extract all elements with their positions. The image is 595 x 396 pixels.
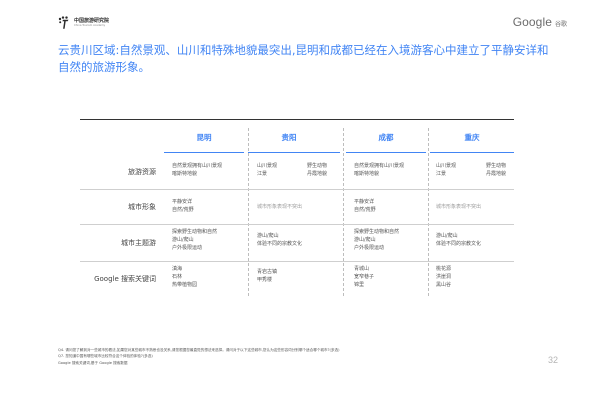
google-wordmark: Google bbox=[512, 15, 552, 29]
cell-line: 锦里 bbox=[354, 282, 365, 288]
cell-line: 户外极限运动 bbox=[354, 245, 385, 251]
cell-line: 山川景观 bbox=[257, 163, 278, 169]
cell-line: 游山/爬山 bbox=[257, 233, 279, 239]
cell-line: 喀斯特地貌 bbox=[172, 171, 198, 177]
cell-line: 体验不同的宗教文化 bbox=[257, 241, 303, 247]
table-cell: 桃花源 洪崖洞 黑山谷 bbox=[436, 265, 451, 289]
table-cell: 自然景观拥有山川景观 喀斯特地貌 bbox=[172, 162, 222, 178]
table-cell: 探索野生动物和自然 游山/爬山 户外极限运动 bbox=[354, 228, 399, 252]
table-cell: 城市形象表现不突出 bbox=[436, 203, 481, 211]
table-cell: 游山/爬山 体验不同的宗教文化 bbox=[257, 232, 302, 248]
footnote-source: Google 搜索关键词,基于 Google 搜索数据 bbox=[58, 360, 128, 365]
column-header-underline bbox=[346, 152, 426, 153]
cell-line: 游山/爬山 bbox=[172, 237, 194, 243]
cta-logo: 中国旅游研究院 China Tourism Academy bbox=[58, 16, 109, 30]
cell-line: 青城山 bbox=[354, 266, 370, 272]
table-cell: 青岩古镇 甲秀楼 bbox=[257, 268, 277, 284]
cell-line: 自然景观拥有山川景观 bbox=[354, 163, 405, 169]
cell-line: 体验不同的宗教文化 bbox=[436, 241, 482, 247]
table-cell: 山川景观 野生动物 江景 丹霞地貌 bbox=[257, 162, 327, 178]
page-number: 32 bbox=[547, 355, 558, 365]
cell-line: 石林 bbox=[172, 274, 183, 280]
cell-line: 丹霞地貌 bbox=[486, 171, 507, 177]
cell-line: 游山/爬山 bbox=[436, 233, 458, 239]
row-divider bbox=[80, 189, 514, 190]
cell-line: 自然景观拥有山川景观 bbox=[172, 163, 223, 169]
org-subtitle: China Tourism Academy bbox=[74, 23, 106, 27]
column-header-underline bbox=[430, 152, 514, 153]
column-separator bbox=[428, 128, 429, 296]
column-separator bbox=[248, 128, 249, 296]
cell-line: 桃花源 bbox=[436, 266, 452, 272]
cell-line: 滇海 bbox=[172, 266, 183, 272]
table-cell: 平静安详 自然/荒野 bbox=[172, 198, 194, 214]
cell-line: 平静安详 bbox=[354, 199, 375, 205]
cell-line: 江景 bbox=[257, 171, 268, 177]
cell-line: 野生动物 bbox=[307, 163, 328, 169]
cell-line: 户外极限运动 bbox=[172, 245, 203, 251]
row-divider bbox=[80, 224, 514, 225]
cell-muted-text: 城市形象表现不突出 bbox=[436, 204, 482, 210]
cell-line: 山川景观 bbox=[436, 163, 457, 169]
cell-line: 青岩古镇 bbox=[257, 269, 278, 275]
column-header-chengdu: 成都 bbox=[378, 132, 394, 142]
cell-line: 热带植物园 bbox=[172, 282, 198, 288]
cell-line: 野生动物 bbox=[486, 163, 507, 169]
table-top-rule bbox=[80, 119, 514, 120]
table-cell: 城市形象表现不突出 bbox=[257, 203, 302, 211]
google-logo: Google 谷歌 bbox=[513, 15, 567, 29]
cell-line: 黑山谷 bbox=[436, 282, 452, 288]
cell-muted-text: 城市形象表现不突出 bbox=[257, 204, 303, 210]
row-label-tourism-resources: 旅游资源 bbox=[128, 168, 156, 176]
table-cell: 平静安详 自然/荒野 bbox=[354, 198, 376, 214]
cell-line: 平静安详 bbox=[172, 199, 193, 205]
cell-line: 洪崖洞 bbox=[436, 274, 452, 280]
cell-line: 自然/荒野 bbox=[354, 207, 376, 213]
footnotes: Q4. 请问您了解到对一些城市的看法,如果您对某些城市不熟悉也没关系,请您根据您… bbox=[58, 347, 339, 366]
cta-logo-icon bbox=[58, 16, 70, 30]
column-separator bbox=[343, 128, 344, 296]
row-label-google-keywords: Google 搜索关键词 bbox=[94, 275, 156, 283]
google-cn-wordmark: 谷歌 bbox=[554, 21, 567, 28]
cell-line: 江景 bbox=[436, 171, 447, 177]
org-name: 中国旅游研究院 bbox=[74, 17, 110, 24]
page-headline: 云贵川区域:自然景观、山川和特殊地貌最突出,昆明和成都已经在入境游客心中建立了平… bbox=[58, 43, 549, 74]
row-divider bbox=[80, 261, 514, 262]
table-cell: 游山/爬山 体验不同的宗教文化 bbox=[436, 232, 481, 248]
cell-line: 丹霞地貌 bbox=[307, 171, 328, 177]
cell-line: 喀斯特地貌 bbox=[354, 171, 380, 177]
cell-line: 游山/爬山 bbox=[354, 237, 376, 243]
cell-line: 自然/荒野 bbox=[172, 207, 194, 213]
column-header-guiyang: 贵阳 bbox=[281, 132, 297, 142]
table-cell: 滇海 石林 热带植物园 bbox=[172, 265, 197, 289]
cell-line: 探索野生动物和自然 bbox=[172, 229, 218, 235]
cell-line: 宽窄巷子 bbox=[354, 274, 375, 280]
column-header-kunming: 昆明 bbox=[196, 132, 212, 142]
row-label-city-theme-tours: 城市主题游 bbox=[121, 239, 156, 247]
cell-line: 探索野生动物和自然 bbox=[354, 229, 400, 235]
table-cell: 山川景观 野生动物 江景 丹霞地貌 bbox=[436, 162, 506, 178]
table-cell: 探索野生动物和自然 游山/爬山 户外极限运动 bbox=[172, 228, 217, 252]
row-label-city-image: 城市形象 bbox=[128, 203, 156, 211]
column-header-underline bbox=[248, 152, 340, 153]
column-header-chongqing: 重庆 bbox=[464, 132, 480, 142]
cell-line: 甲秀楼 bbox=[257, 277, 273, 283]
table-cell: 青城山 宽窄巷子 锦里 bbox=[354, 265, 374, 289]
column-header-underline bbox=[164, 152, 244, 153]
table-cell: 自然景观拥有山川景观 喀斯特地貌 bbox=[354, 162, 404, 178]
